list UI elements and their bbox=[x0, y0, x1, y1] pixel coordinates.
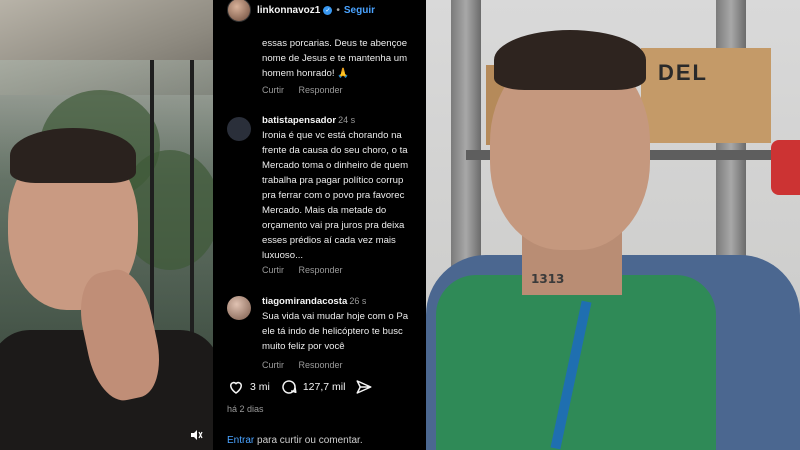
likes-count: 3 mi bbox=[250, 381, 270, 393]
comment-text: essas porcarias. Deus te abençoe nome de… bbox=[262, 36, 426, 81]
comment-line: esses prédios aí cada vez mais bbox=[262, 235, 396, 246]
comments-count: 127,7 mil bbox=[302, 381, 346, 393]
comment-line: homem honrado! 🙏 bbox=[262, 68, 350, 79]
red-object bbox=[771, 140, 800, 195]
comment-line: muito feliz por você bbox=[262, 341, 345, 352]
send-icon[interactable] bbox=[355, 378, 373, 396]
follow-button[interactable]: Seguir bbox=[344, 5, 375, 16]
avatar[interactable] bbox=[227, 117, 251, 141]
comment-username[interactable]: tiagomirandacosta bbox=[262, 296, 347, 307]
instagram-post: linkonnavoz1 ✓ • Seguir essas porcarias.… bbox=[214, 0, 426, 450]
comment-line: Mercado. Mais da metade do bbox=[262, 205, 387, 216]
reply-button[interactable]: Responder bbox=[299, 265, 343, 275]
reply-button[interactable]: Responder bbox=[299, 85, 343, 95]
comment-time: 24 s bbox=[338, 115, 356, 125]
man-hair bbox=[10, 128, 136, 183]
comment-actions: Curtir Responder bbox=[262, 85, 355, 95]
comment-line: Sua vida vai mudar hoje com o Pa bbox=[262, 311, 409, 322]
comment-text: tiagomirandacosta 26 s Sua vida vai mudar… bbox=[262, 294, 426, 354]
comment-line: essas porcarias. Deus te abençoe bbox=[262, 38, 408, 49]
comment-line: luxuoso... bbox=[262, 250, 304, 261]
like-comment-button[interactable]: Curtir bbox=[262, 265, 284, 275]
comment-actions: Curtir Responder bbox=[262, 360, 355, 368]
comment-line: trabalha pra pagar político corrup bbox=[262, 175, 404, 186]
box-label: DEL bbox=[658, 60, 708, 85]
separator-dot: • bbox=[336, 4, 340, 16]
comment-line: pra ferrar com o povo pra favorec bbox=[262, 190, 405, 201]
comment-actions: Curtir Responder bbox=[262, 265, 355, 275]
comment-username[interactable]: batistapensador bbox=[262, 115, 336, 126]
comment-line: frente da causa do seu choro, o ta bbox=[262, 145, 408, 156]
avatar[interactable] bbox=[227, 296, 251, 320]
speaker-icon[interactable] bbox=[189, 428, 203, 442]
comment-time: 26 s bbox=[349, 296, 367, 306]
post-time-ago: há 2 dias bbox=[227, 404, 264, 414]
login-link[interactable]: Entrar bbox=[227, 435, 254, 446]
login-text: para curtir ou comentar. bbox=[254, 435, 363, 446]
comment-line: nome de Jesus e te mantenha um bbox=[262, 53, 408, 64]
heart-icon[interactable] bbox=[227, 378, 245, 396]
comment-line: Ironia é que vc está chorando na bbox=[262, 130, 402, 141]
comment-line: Mercado toma o dinheiro de quem bbox=[262, 160, 409, 171]
post-header: linkonnavoz1 ✓ • Seguir bbox=[214, 0, 426, 22]
neck-tattoo: 1313 bbox=[531, 272, 565, 286]
left-photo bbox=[0, 0, 213, 450]
comment-line: ele tá indo de helicóptero te busc bbox=[262, 326, 403, 337]
comment-bubble-icon[interactable] bbox=[280, 378, 298, 396]
comment-text: batistapensador 24 s Ironia é que vc está… bbox=[262, 113, 426, 263]
avatar[interactable] bbox=[227, 0, 251, 22]
man-hair bbox=[494, 30, 646, 90]
reply-button[interactable]: Responder bbox=[299, 360, 343, 368]
post-actions: 3 mi 127,7 mil bbox=[227, 377, 426, 397]
login-prompt: Entrar para curtir ou comentar. bbox=[227, 435, 363, 446]
verified-badge-icon: ✓ bbox=[323, 5, 333, 15]
like-comment-button[interactable]: Curtir bbox=[262, 85, 284, 95]
post-username[interactable]: linkonnavoz1 bbox=[257, 5, 320, 16]
comment-line: orçamento vai pra juros pra deixa bbox=[262, 220, 405, 231]
right-photo: DEL 1313 bbox=[426, 0, 800, 450]
like-comment-button[interactable]: Curtir bbox=[262, 360, 284, 368]
